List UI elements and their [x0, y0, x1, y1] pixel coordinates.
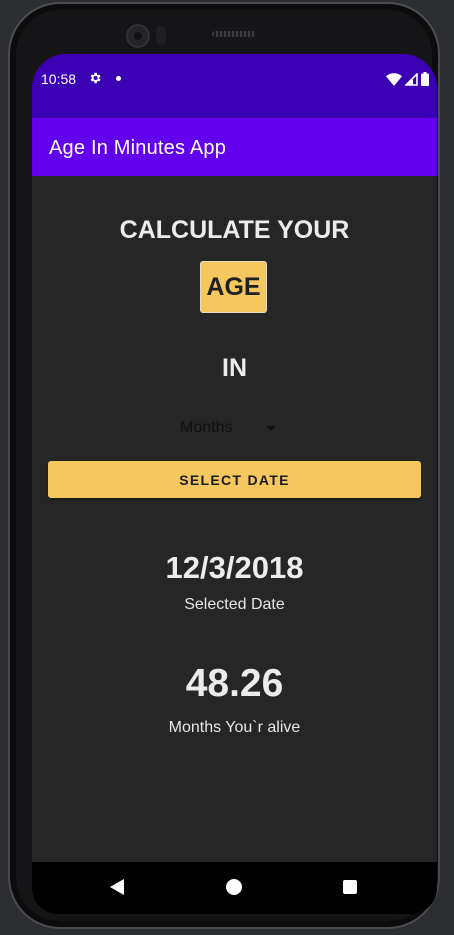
age-label: AGE	[200, 261, 267, 313]
select-date-button[interactable]: SELECT DATE	[48, 461, 421, 498]
settings-gear-icon	[90, 72, 101, 84]
back-icon[interactable]	[110, 879, 124, 895]
unit-spinner-value: Months	[180, 419, 233, 436]
status-icons	[386, 72, 429, 86]
navigation-bar	[32, 862, 437, 914]
status-time: 10:58	[41, 71, 77, 87]
earpiece-speaker	[212, 31, 256, 37]
home-icon[interactable]	[226, 879, 242, 895]
notification-dot-icon	[116, 76, 121, 81]
age-result-caption: Months You`r alive	[168, 719, 301, 736]
status-bar: 10:58	[32, 54, 437, 118]
wifi-icon	[386, 72, 402, 86]
app-title: Age In Minutes App	[49, 137, 227, 159]
cellular-signal-icon	[405, 72, 418, 86]
recents-icon[interactable]	[343, 880, 357, 894]
unit-spinner[interactable]: Months	[178, 416, 282, 440]
main-content: CALCULATE YOUR AGE IN Months SELECT DATE…	[32, 176, 437, 862]
screen: 10:58 Age In Minutes App CALCULATE YOUR …	[32, 54, 437, 914]
selected-date-caption: Selected Date	[184, 596, 285, 613]
age-result-value: 48.26	[185, 662, 284, 705]
dropdown-arrow-icon	[266, 426, 276, 431]
in-label: IN	[222, 354, 247, 382]
phone-frame: 10:58 Age In Minutes App CALCULATE YOUR …	[8, 2, 440, 929]
proximity-sensor	[156, 26, 166, 44]
calculate-heading: CALCULATE YOUR	[119, 216, 350, 244]
front-camera	[126, 24, 150, 48]
selected-date-value: 12/3/2018	[165, 550, 304, 585]
app-bar: Age In Minutes App	[32, 118, 437, 176]
battery-icon	[421, 72, 429, 86]
